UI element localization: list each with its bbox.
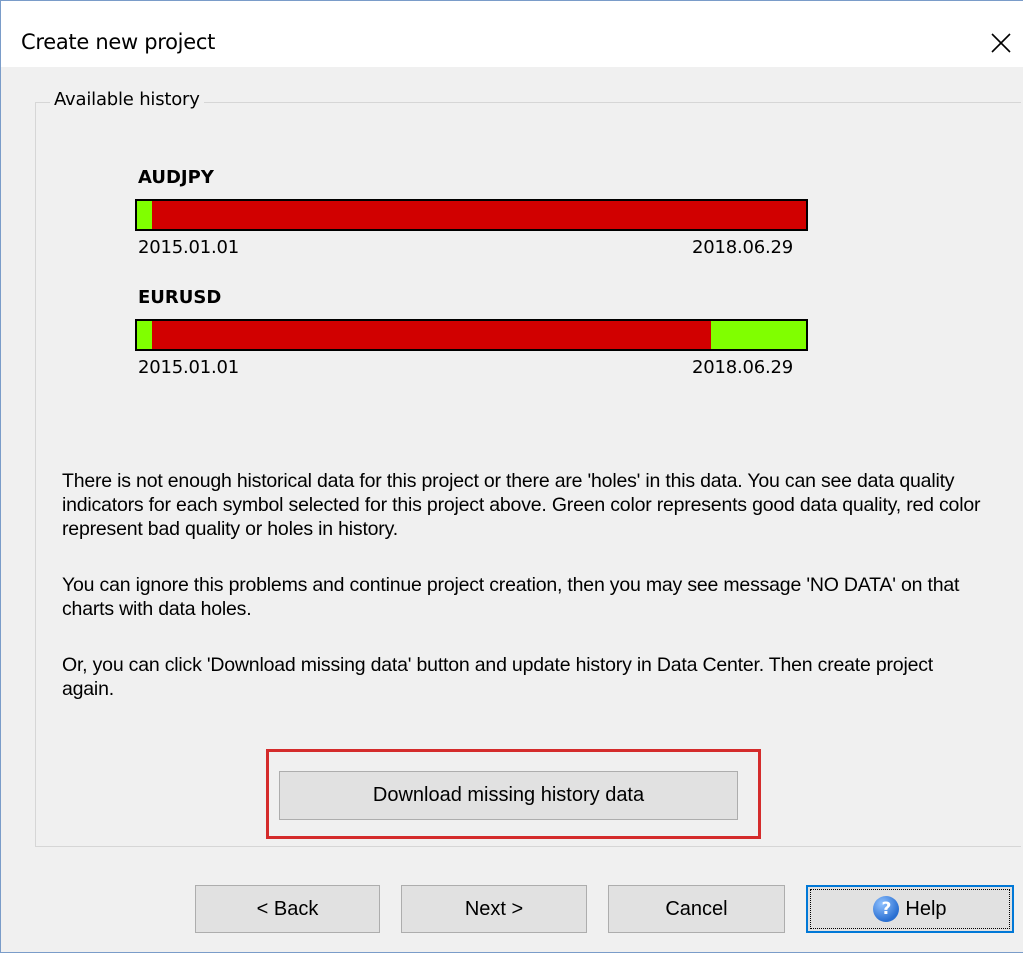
history-quality-bar: [135, 319, 808, 351]
help-icon: ?: [873, 896, 900, 922]
end-date: 2018.06.29: [692, 237, 794, 258]
bad-data-segment: [151, 201, 806, 229]
back-button[interactable]: < Back: [195, 885, 380, 933]
start-date: 2015.01.01: [138, 357, 240, 378]
window-title: Create new project: [21, 30, 216, 54]
help-button[interactable]: ? Help: [806, 885, 1014, 933]
history-quality-bar: [135, 199, 808, 231]
close-button[interactable]: [979, 23, 1023, 63]
close-icon: [991, 33, 1011, 53]
title-bar: Create new project: [1, 1, 1023, 67]
end-date: 2018.06.29: [692, 357, 794, 378]
help-button-label: Help: [905, 897, 947, 920]
download-missing-data-button[interactable]: Download missing history data: [279, 771, 738, 820]
info-paragraph: You can ignore this problems and continu…: [62, 574, 960, 620]
bad-data-segment: [151, 321, 711, 349]
next-button[interactable]: Next >: [401, 885, 587, 933]
good-data-segment: [711, 321, 806, 349]
cancel-button[interactable]: Cancel: [608, 885, 785, 933]
symbol-name: EURUSD: [138, 287, 222, 308]
symbol-name: AUDJPY: [138, 167, 214, 188]
group-legend: Available history: [50, 89, 204, 110]
info-paragraph: Or, you can click 'Download missing data…: [62, 654, 933, 700]
info-paragraph: There is not enough historical data for …: [62, 470, 981, 540]
good-data-segment: [137, 201, 152, 229]
start-date: 2015.01.01: [138, 237, 240, 258]
good-data-segment: [137, 321, 152, 349]
